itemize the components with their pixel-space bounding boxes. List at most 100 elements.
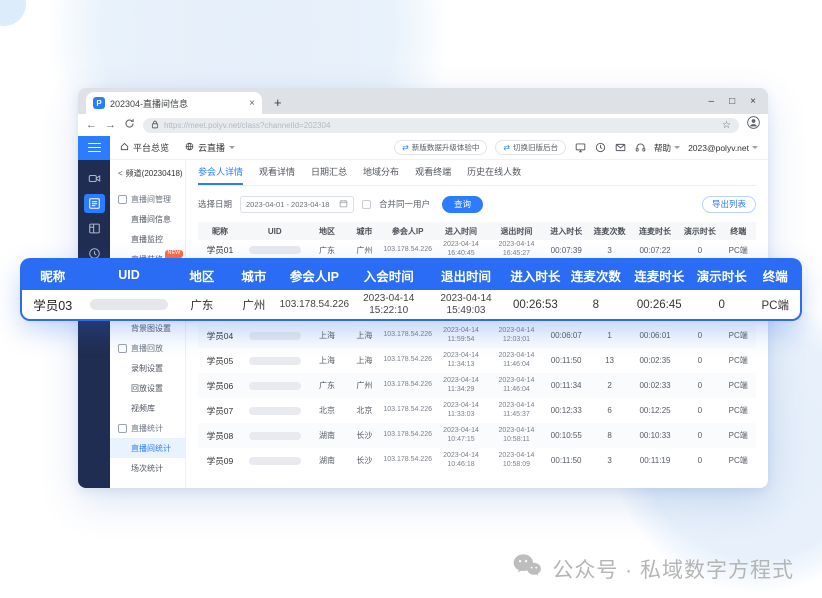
wechat-icon: [512, 553, 542, 584]
tab-4[interactable]: 观看终端: [415, 160, 451, 185]
bookmark-star-icon[interactable]: ☆: [722, 120, 731, 131]
headset-icon[interactable]: [634, 142, 646, 154]
nav-item-1[interactable]: 直播间信息: [110, 209, 185, 229]
cell-terminal: PC端: [720, 330, 756, 341]
col-terminal: 终端: [720, 226, 756, 237]
cell-mic-count: 13: [588, 356, 631, 365]
account-dropdown[interactable]: 2023@polyv.net: [688, 143, 758, 153]
callout-header-row: 昵称UID地区城市参会人IP入会时间退出时间进入时长连麦次数连麦时长演示时长终端: [20, 258, 802, 290]
cell-enter-time: 2023-04-1410:46:18: [433, 452, 488, 470]
cell-enter-time: 2023-04-1416:40:45: [433, 241, 488, 259]
nav-group-6[interactable]: 直播回放: [110, 338, 185, 358]
channel-breadcrumb[interactable]: < 频道(20230418): [110, 160, 185, 186]
merge-user-checkbox[interactable]: [362, 200, 371, 209]
video-camera-icon[interactable]: [84, 169, 105, 188]
message-icon[interactable]: [614, 142, 626, 154]
callout-cell-terminal: PC端: [750, 297, 800, 313]
date-filter-label: 选择日期: [198, 198, 232, 210]
cell-terminal: PC端: [720, 455, 756, 466]
date-range-input[interactable]: 2023-04-01 - 2023-04-18: [240, 196, 354, 213]
nav-platform-overview[interactable]: 平台总览: [120, 141, 169, 154]
upgrade-banner-pill[interactable]: ⇄ 新版数据升级体验中: [394, 140, 487, 155]
nav-item-2[interactable]: 直播监控: [110, 229, 185, 249]
cell-mic-duration: 00:02:35: [631, 356, 679, 365]
nav-group-10[interactable]: 直播统计: [110, 418, 185, 438]
back-icon[interactable]: ←: [86, 120, 97, 131]
callout-cell-ip: 103.178.54.226: [279, 299, 350, 311]
tab-5[interactable]: 历史在线人数: [467, 160, 521, 185]
table-row: 学员01广东广州103.178.54.2262023-04-1416:40:45…: [198, 240, 756, 260]
nav-platform-label: 平台总览: [133, 141, 169, 154]
maximize-button[interactable]: □: [729, 96, 735, 107]
page: P 202304-直播间信息 × + – □ × ← →: [0, 0, 822, 598]
tab-2[interactable]: 日期汇总: [311, 160, 347, 185]
nav-item-11[interactable]: 直播间统计: [110, 438, 185, 458]
menu-toggle-button[interactable]: [78, 136, 110, 160]
cell-mic-duration: 00:02:33: [631, 381, 679, 390]
cell-exit-time: 2023-04-1410:58:09: [489, 452, 544, 470]
search-button[interactable]: 查询: [442, 196, 483, 213]
address-bar[interactable]: https://meet.polyv.net/class?channelId=2…: [143, 118, 739, 133]
cell-uid: [242, 382, 307, 390]
cell-ip: 103.178.54.226: [382, 381, 433, 390]
col-mic-duration: 连麦时长: [631, 226, 679, 237]
close-button[interactable]: ×: [750, 96, 756, 107]
profile-avatar[interactable]: [747, 116, 760, 134]
tab-close-icon[interactable]: ×: [249, 98, 255, 109]
cell-exit-time: 2023-04-1416:45:27: [489, 241, 544, 259]
nav-item-5[interactable]: 背景图设置: [110, 318, 185, 338]
watermark: 公众号 · 私域数字方程式: [512, 553, 794, 584]
callout-col-demo-duration: 演示时长: [693, 266, 750, 285]
table-row: 学员05上海上海103.178.54.2262023-04-1411:34:13…: [198, 348, 756, 373]
export-list-button[interactable]: 导出列表: [702, 196, 756, 213]
table-row: 学员06广东广州103.178.54.2262023-04-1411:34:29…: [198, 373, 756, 398]
cell-mic-duration: 00:12:25: [631, 406, 679, 415]
history-clock-icon[interactable]: [594, 142, 606, 154]
minimize-button[interactable]: –: [709, 96, 715, 107]
data-list-icon[interactable]: [84, 194, 105, 213]
tab-3[interactable]: 地域分布: [363, 160, 399, 185]
forward-icon[interactable]: →: [105, 120, 116, 131]
tab-0[interactable]: 参会人详情: [198, 160, 243, 185]
monitor-icon[interactable]: [574, 142, 586, 154]
nav-group-0[interactable]: 直播间管理: [110, 189, 185, 209]
cell-region: 上海: [307, 355, 346, 366]
help-dropdown[interactable]: 帮助: [654, 142, 680, 154]
new-tab-button[interactable]: +: [274, 95, 282, 110]
layout-icon[interactable]: [84, 219, 105, 238]
tab-1[interactable]: 观看详情: [259, 160, 295, 185]
col-city: 城市: [347, 226, 383, 237]
cell-region: 上海: [307, 330, 346, 341]
help-label: 帮助: [654, 142, 671, 154]
callout-cell-mic-duration: 00:26:45: [626, 299, 693, 311]
cell-nickname: 学员05: [198, 355, 242, 367]
cell-uid: [242, 457, 307, 465]
nav-item-7[interactable]: 录制设置: [110, 358, 185, 378]
switch-legacy-pill[interactable]: ⇄ 切换旧版后台: [495, 140, 566, 155]
topbar-right: ⇄ 新版数据升级体验中 ⇄ 切换旧版后台: [394, 140, 768, 155]
col-ip: 参会人IP: [382, 226, 433, 237]
switch-legacy-label: 切换旧版后台: [513, 142, 558, 153]
nav-product-dropdown[interactable]: 云直播: [185, 141, 235, 154]
nav-item-12[interactable]: 场次统计: [110, 458, 185, 478]
col-duration: 进入时长: [544, 226, 588, 237]
cell-ip: 103.178.54.226: [382, 406, 433, 415]
back-chevron-icon[interactable]: <: [118, 169, 123, 178]
cell-uid: [242, 432, 307, 440]
cell-enter-time: 2023-04-1410:47:15: [433, 427, 488, 445]
refresh-icon[interactable]: [124, 118, 135, 132]
browser-tab-title: 202304-直播间信息: [110, 97, 244, 110]
uid-blur-pill: [249, 357, 301, 365]
cell-ip: 103.178.54.226: [382, 246, 433, 255]
browser-tab[interactable]: P 202304-直播间信息 ×: [86, 92, 262, 114]
play-icon: [118, 344, 127, 353]
uid-blur-pill: [249, 382, 301, 390]
nav-item-9[interactable]: 视频库: [110, 398, 185, 418]
cell-region: 广东: [307, 380, 346, 391]
cell-terminal: PC端: [720, 430, 756, 441]
nav-item-8[interactable]: 回放设置: [110, 378, 185, 398]
cell-uid: [242, 407, 307, 415]
new-badge: NEW: [165, 250, 183, 259]
chevron-down-icon: [229, 146, 235, 149]
cell-exit-time: 2023-04-1412:03:01: [489, 327, 544, 345]
